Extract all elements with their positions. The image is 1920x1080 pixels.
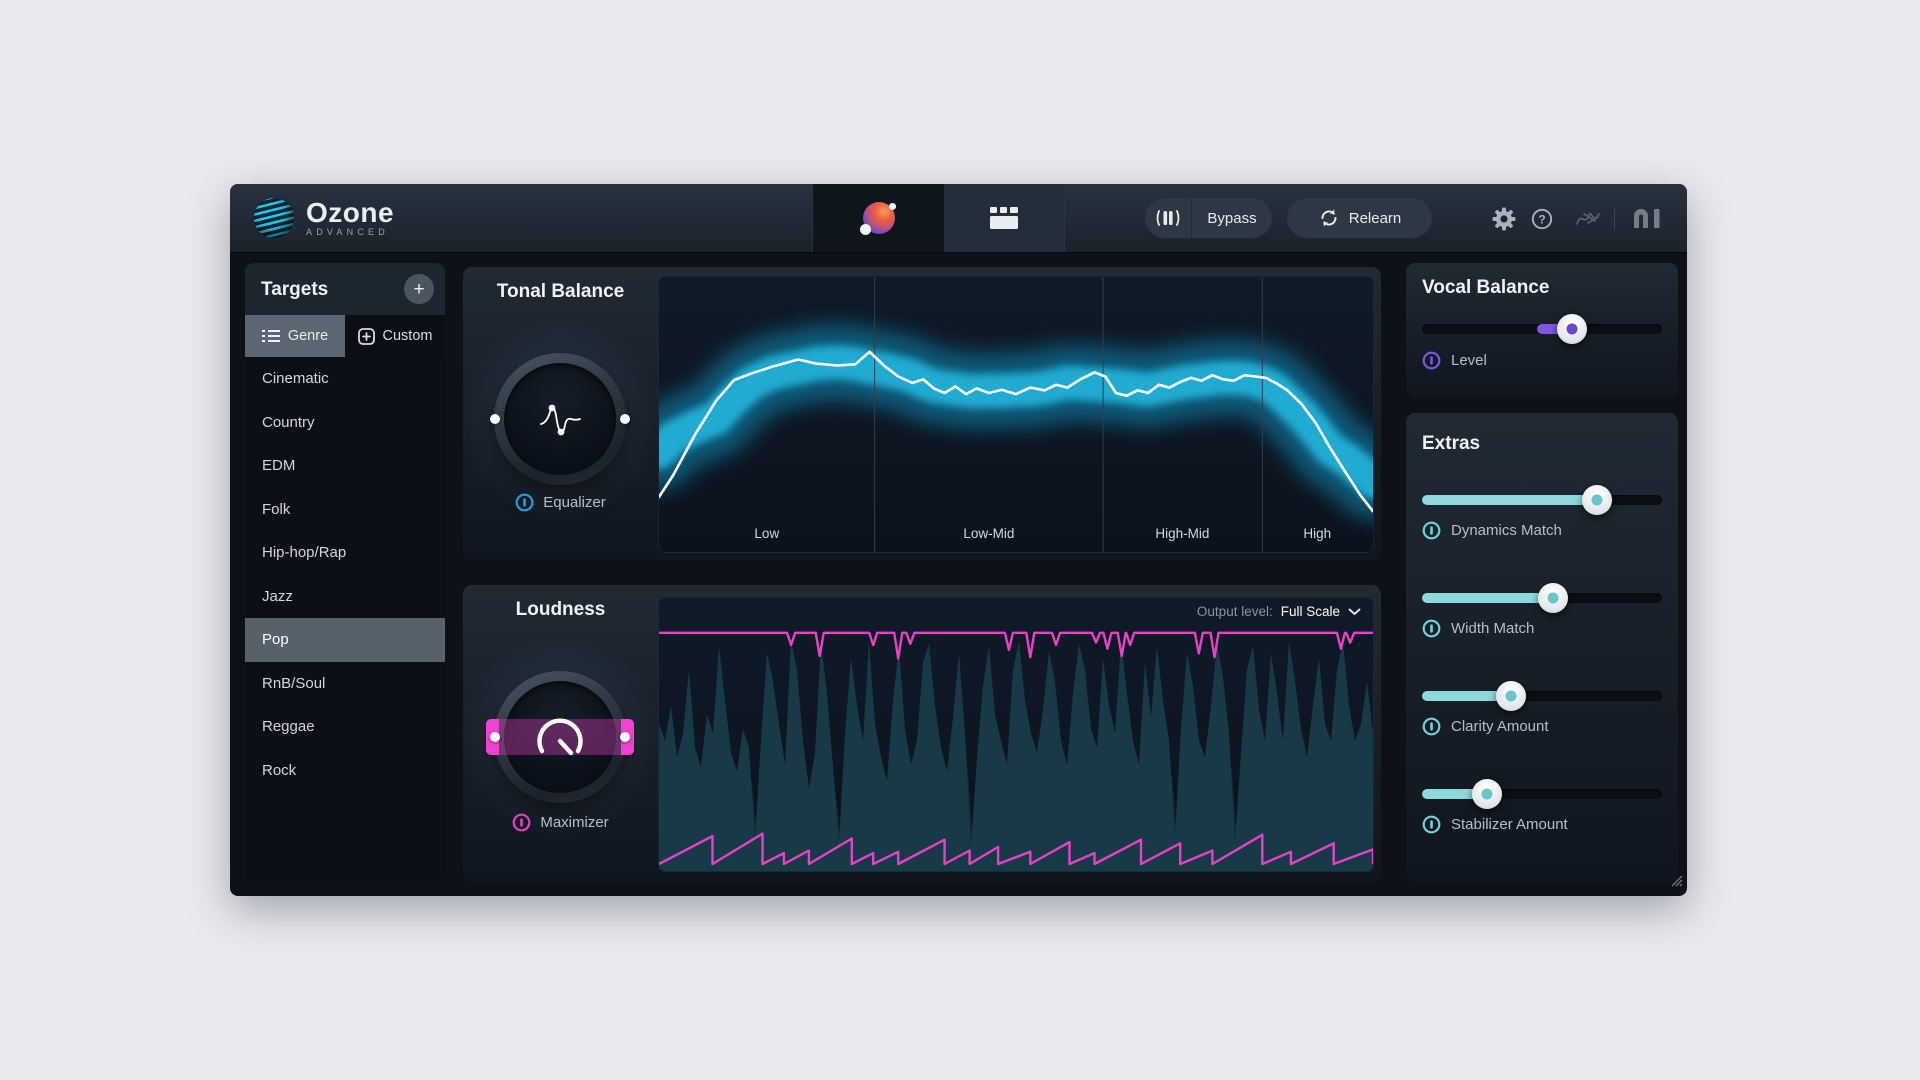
tonal-balance-chart[interactable]: Low Low-Mid High-Mid High: [658, 276, 1374, 553]
tab-custom[interactable]: Custom: [345, 315, 445, 357]
genre-item-rnb-soul[interactable]: RnB/Soul: [245, 662, 445, 706]
ozone-plugin-window: Ozone ADVANCED Bypass Relearn ? Targets …: [230, 184, 1687, 896]
maximizer-module-label: Maximizer: [463, 813, 658, 832]
app-name: Ozone: [306, 196, 395, 228]
slider-label-level: Level: [1422, 351, 1487, 370]
slider-track[interactable]: [1422, 779, 1662, 809]
module-toggle-icon[interactable]: [1422, 521, 1441, 540]
slider-label-stabilizer-amount: Stabilizer Amount: [1422, 815, 1568, 834]
gear-icon[interactable]: [1492, 207, 1516, 231]
module-toggle-icon[interactable]: [1422, 815, 1441, 834]
slider-track[interactable]: [1422, 485, 1662, 515]
module-toggle-icon[interactable]: [1422, 351, 1441, 370]
vocal-balance-title: Vocal Balance: [1422, 277, 1550, 298]
maximizer-knob[interactable]: [486, 671, 634, 803]
bypass-button[interactable]: Bypass: [1145, 198, 1272, 238]
slider-track[interactable]: [1422, 583, 1662, 613]
history-scribble-icon[interactable]: [1574, 207, 1604, 231]
slider-thumb[interactable]: [1471, 779, 1502, 809]
tonal-balance-title: Tonal Balance: [496, 281, 625, 302]
module-toggle-icon[interactable]: [1422, 619, 1441, 638]
slider-thumb[interactable]: [1495, 681, 1526, 711]
equalizer-module-label: Equalizer: [463, 493, 658, 512]
vocal-balance-panel: Vocal Balance Level: [1406, 263, 1678, 398]
knob-handle-left[interactable]: [490, 414, 500, 424]
output-level-label: Output level:: [1196, 604, 1273, 619]
genre-item-pop[interactable]: Pop: [245, 618, 445, 662]
tab-genre[interactable]: Genre: [245, 315, 345, 357]
extras-panel: Extras Dynamics Match Width Match Clarity …: [1406, 413, 1678, 882]
slider-fill: [1422, 495, 1598, 505]
slider-label-width-match: Width Match: [1422, 619, 1534, 638]
module-toggle-icon[interactable]: [1422, 717, 1441, 736]
chevron-down-icon[interactable]: [1348, 608, 1361, 616]
tab-genre-label: Genre: [287, 328, 329, 344]
list-icon: [261, 330, 280, 342]
genre-item-hip-hop-rap[interactable]: Hip-hop/Rap: [245, 531, 445, 575]
relearn-refresh-icon: [1321, 209, 1337, 227]
loudness-panel: Loudness Maximizer Output level: Full Sc…: [445, 585, 1381, 882]
genre-item-country[interactable]: Country: [245, 401, 445, 445]
help-icon[interactable]: ?: [1530, 207, 1554, 231]
loudness-chart[interactable]: Output level: Full Scale: [658, 597, 1374, 872]
slider-fill: [1422, 593, 1553, 603]
slider-track[interactable]: [1422, 681, 1662, 711]
output-level-row: Output level: Full Scale: [1197, 604, 1361, 619]
knob-handle-right[interactable]: [620, 414, 630, 424]
svg-text:High: High: [1303, 526, 1331, 541]
extras-title: Extras: [1422, 433, 1481, 454]
equalizer-knob[interactable]: [490, 353, 630, 485]
resize-grip[interactable]: [1667, 871, 1683, 892]
tab-custom-label: Custom: [382, 328, 433, 344]
svg-text:High-Mid: High-Mid: [1155, 526, 1209, 541]
master-sphere-icon: [859, 202, 896, 235]
targets-tabs: Genre Custom: [245, 315, 445, 357]
meter-icon[interactable]: [1145, 198, 1192, 238]
knob-handle-left[interactable]: [490, 732, 500, 742]
svg-text:Low-Mid: Low-Mid: [963, 526, 1014, 541]
ni-logo[interactable]: [1628, 207, 1668, 231]
top-bar: Ozone ADVANCED Bypass Relearn ?: [230, 184, 1687, 253]
genre-item-edm[interactable]: EDM: [245, 444, 445, 488]
knob-handle-right[interactable]: [620, 732, 630, 742]
modules-icon: [990, 207, 1018, 229]
topbar-divider: [1614, 206, 1615, 230]
ozone-sphere-icon: [254, 198, 294, 238]
slider-track[interactable]: [1422, 314, 1662, 344]
slider-thumb[interactable]: [1537, 583, 1568, 613]
tab-master-view[interactable]: [812, 184, 945, 252]
genre-item-cinematic[interactable]: Cinematic: [245, 357, 445, 401]
output-level-value[interactable]: Full Scale: [1281, 604, 1340, 619]
maximizer-label-text: Maximizer: [540, 814, 609, 831]
genre-item-rock[interactable]: Rock: [245, 749, 445, 793]
bypass-label: Bypass: [1207, 209, 1257, 227]
genre-item-jazz[interactable]: Jazz: [245, 575, 445, 619]
app-edition: ADVANCED: [306, 226, 389, 237]
genre-item-folk[interactable]: Folk: [245, 488, 445, 532]
gauge-icon: [537, 718, 583, 756]
targets-panel: Targets + Genre Custom Cinematic Country…: [245, 263, 445, 882]
tonal-balance-panel: Tonal Balance Equalizer Low Low-Mid High-M…: [445, 267, 1381, 560]
add-square-icon: [357, 327, 375, 345]
relearn-button[interactable]: Relearn: [1287, 198, 1432, 238]
targets-title: Targets: [261, 279, 329, 300]
slider-thumb[interactable]: [1557, 314, 1587, 344]
svg-text:Low: Low: [754, 526, 779, 541]
genre-list: Cinematic Country EDM Folk Hip-hop/Rap Jazz Po…: [245, 357, 445, 882]
maximizer-toggle-icon[interactable]: [512, 813, 531, 832]
eq-curve-icon: [540, 404, 581, 436]
loudness-title: Loudness: [515, 599, 606, 620]
genre-item-reggae[interactable]: Reggae: [245, 705, 445, 749]
equalizer-toggle-icon[interactable]: [515, 493, 534, 512]
svg-text:?: ?: [1538, 212, 1545, 226]
equalizer-label-text: Equalizer: [543, 494, 606, 511]
slider-label-clarity-amount: Clarity Amount: [1422, 717, 1549, 736]
tab-modules-view[interactable]: [944, 184, 1065, 252]
ozone-logo: Ozone ADVANCED: [254, 198, 394, 238]
slider-label-dynamics-match: Dynamics Match: [1422, 521, 1562, 540]
add-target-button[interactable]: +: [404, 274, 434, 304]
relearn-label: Relearn: [1348, 209, 1402, 227]
slider-thumb[interactable]: [1582, 485, 1613, 515]
